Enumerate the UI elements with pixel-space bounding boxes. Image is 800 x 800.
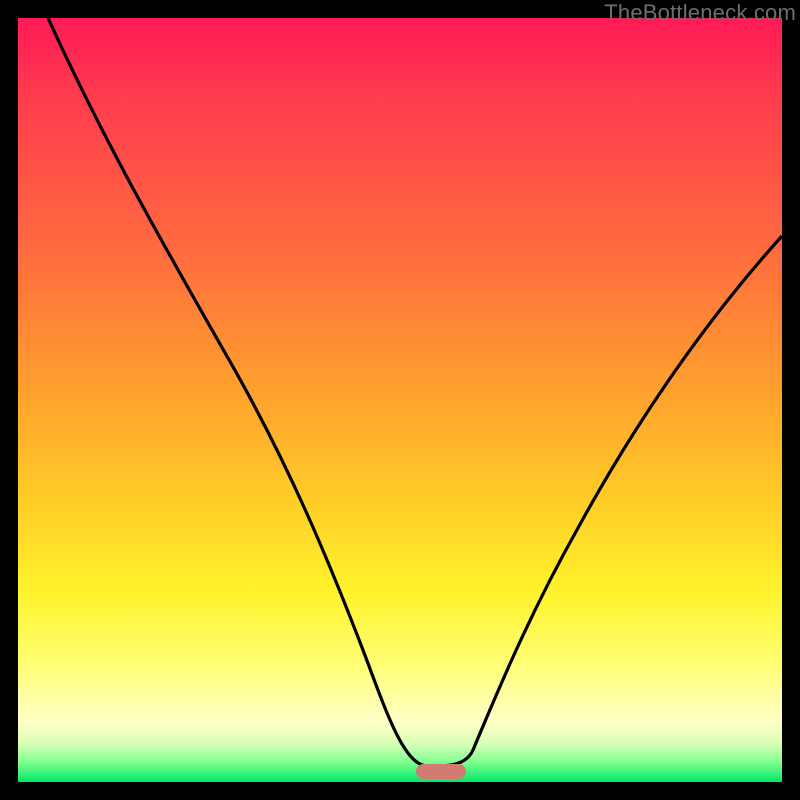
curve-path bbox=[48, 18, 782, 766]
chart-frame: TheBottleneck.com bbox=[0, 0, 800, 800]
bottleneck-curve bbox=[18, 18, 782, 782]
watermark-text: TheBottleneck.com bbox=[604, 0, 796, 26]
chart-plot-area bbox=[18, 18, 782, 782]
optimum-marker bbox=[416, 764, 466, 779]
